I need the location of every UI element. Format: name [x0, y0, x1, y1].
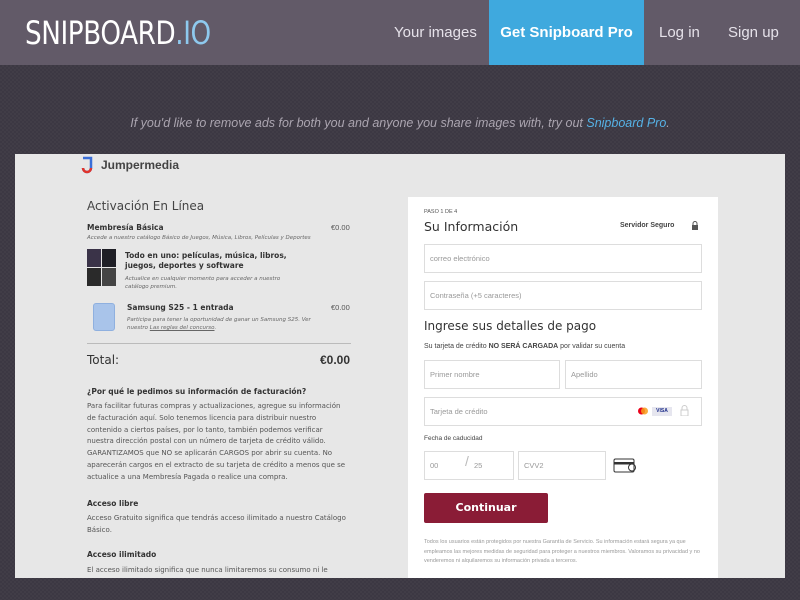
samsung-desc: Participa para tener la oportunidad de g…	[127, 316, 317, 332]
mastercard-icon	[638, 407, 648, 415]
lock-icon	[692, 221, 698, 230]
card-lock-icon	[680, 405, 689, 416]
password-field[interactable]: Contraseña (+5 caracteres)	[424, 281, 702, 310]
visa-icon: VISA	[652, 407, 672, 416]
free-access-title: Acceso libre	[87, 499, 139, 508]
expiry-label: Fecha de caducidad	[424, 435, 483, 442]
bundle-thumbnail	[87, 249, 117, 287]
payment-note: Su tarjeta de crédito NO SERÁ CARGADA po…	[424, 343, 625, 350]
step-indicator: PASO 1 DE 4	[424, 209, 458, 215]
samsung-phone-image	[93, 303, 115, 331]
contest-rules-link[interactable]: Las reglas del concurso	[150, 325, 215, 331]
unlimited-access-text: El acceso ilimitado significa que nunca …	[87, 566, 328, 574]
total-label: Total:	[87, 353, 120, 367]
payment-note-end: por validar su cuenta	[558, 343, 626, 350]
divider	[87, 343, 351, 344]
payment-note-bold: NO SERÁ CARGADA	[488, 343, 559, 350]
shared-image: Jumpermedia Activación En Línea Membresí…	[15, 154, 785, 578]
logo-text: SNIPBOARD	[25, 14, 176, 52]
fine-print: Todos los usuarios están protegidos por …	[424, 539, 700, 564]
payment-note-start: Su tarjeta de crédito	[424, 343, 489, 350]
why-text: Para facilitar futuras compras y actuali…	[87, 402, 346, 481]
membership-price: €0.00	[331, 223, 350, 232]
bundle-desc: Actualice en cualquier momento para acce…	[125, 276, 281, 290]
first-name-field[interactable]: Primer nombre	[424, 360, 560, 389]
secure-server-label: Servidor Seguro	[620, 222, 675, 229]
expiry-year-field[interactable]: 25	[469, 451, 514, 480]
brand-name: Jumpermedia	[101, 158, 180, 172]
samsung-price: €0.00	[331, 303, 350, 312]
membership-title: Membresía Básica	[87, 223, 164, 232]
signup-form-card: PASO 1 DE 4 Su Información Servidor Segu…	[408, 197, 718, 578]
promo-message: If you'd like to remove ads for both you…	[130, 116, 587, 130]
unlimited-access-title: Acceso ilimitado	[87, 550, 157, 559]
email-field[interactable]: correo electrónico	[424, 244, 702, 273]
last-name-field[interactable]: Apellido	[565, 360, 702, 389]
why-title: ¿Por qué le pedimos su información de fa…	[87, 387, 307, 396]
membership-desc: Accede a nuestro catálogo Básico de Jueg…	[87, 235, 311, 241]
samsung-title: Samsung S25 - 1 entrada	[127, 303, 234, 312]
nav-get-pro-button[interactable]: Get Snipboard Pro	[489, 0, 644, 65]
samsung-desc-end: .	[214, 325, 217, 331]
top-navbar: SNIPBOARD.IO Your images Get Snipboard P…	[0, 0, 800, 65]
continue-button[interactable]: Continuar	[424, 493, 548, 523]
nav-log-in[interactable]: Log in	[659, 0, 700, 65]
site-logo[interactable]: SNIPBOARD.IO	[25, 14, 211, 52]
cvv-card-icon	[613, 458, 636, 473]
jumpermedia-logo-icon	[81, 156, 93, 174]
total-value: €0.00	[320, 353, 351, 367]
promo-pro-link[interactable]: Snipboard Pro	[586, 116, 666, 130]
logo-suffix: .IO	[175, 14, 211, 52]
free-access-text: Acceso Gratuito significa que tendrás ac…	[87, 514, 346, 534]
nav-sign-up[interactable]: Sign up	[728, 0, 779, 65]
payment-title: Ingrese sus detalles de pago	[424, 319, 597, 333]
promo-end: .	[666, 116, 670, 130]
promo-text: If you'd like to remove ads for both you…	[0, 116, 800, 130]
cvv-field[interactable]: CVV2	[518, 451, 606, 480]
form-title: Su Información	[424, 219, 519, 234]
nav-your-images[interactable]: Your images	[394, 0, 477, 65]
bundle-title: Todo en uno: películas, música, libros, …	[125, 251, 287, 270]
activation-title: Activación En Línea	[87, 199, 205, 213]
